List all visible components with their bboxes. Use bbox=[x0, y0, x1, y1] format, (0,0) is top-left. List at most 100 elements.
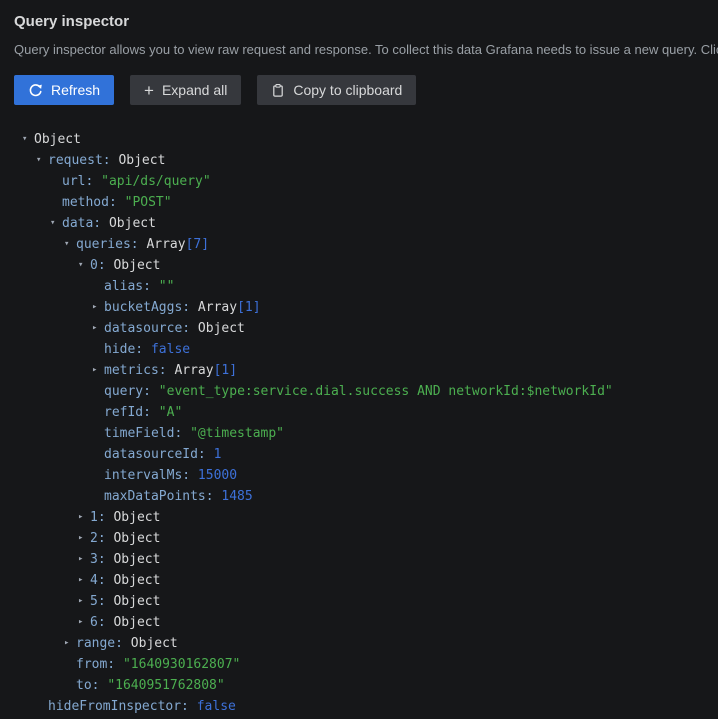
json-key: request: bbox=[48, 153, 119, 168]
refresh-button[interactable]: Refresh bbox=[14, 75, 115, 105]
json-value: Object bbox=[108, 216, 156, 231]
json-array-count: [7] bbox=[185, 237, 210, 252]
json-tree-row[interactable]: ▸ 3: Object bbox=[14, 549, 718, 570]
json-array-count: [1] bbox=[213, 363, 238, 378]
inspector-description: Query inspector allows you to view raw r… bbox=[14, 42, 718, 57]
json-key: maxDataPoints: bbox=[104, 489, 222, 504]
json-tree-row[interactable]: ▸ metrics: Array[1] bbox=[14, 360, 718, 381]
json-value: Array bbox=[146, 237, 186, 252]
json-value: Array bbox=[197, 300, 238, 315]
json-value: Object bbox=[113, 615, 161, 630]
json-tree-row: url: "api/ds/query" bbox=[14, 171, 718, 192]
json-tree-row: hide: false bbox=[14, 339, 718, 360]
json-key: intervalMs: bbox=[104, 468, 198, 483]
json-key: url: bbox=[62, 174, 102, 189]
expand-triangle-icon[interactable]: ▸ bbox=[78, 591, 90, 612]
json-tree-row[interactable]: ▸ 2: Object bbox=[14, 528, 718, 549]
json-value: Object bbox=[113, 510, 161, 525]
json-key: queries: bbox=[76, 237, 147, 252]
json-value: 15000 bbox=[197, 468, 238, 483]
clipboard-icon bbox=[271, 83, 285, 98]
json-key: 4: bbox=[90, 573, 114, 588]
json-value: "event_type:service.dial.success AND net… bbox=[158, 384, 613, 399]
json-tree-row: method: "POST" bbox=[14, 192, 718, 213]
expand-triangle-icon[interactable]: ▸ bbox=[92, 360, 104, 381]
json-tree-row: datasourceId: 1 bbox=[14, 444, 718, 465]
json-value: false bbox=[150, 342, 191, 357]
json-tree-row: timeField: "@timestamp" bbox=[14, 423, 718, 444]
json-key: hide: bbox=[104, 342, 151, 357]
json-tree-row[interactable]: ▸ bucketAggs: Array[1] bbox=[14, 297, 718, 318]
json-key: to: bbox=[76, 678, 108, 693]
json-tree-row: from: "1640930162807" bbox=[14, 654, 718, 675]
expand-triangle-icon[interactable]: ▸ bbox=[78, 570, 90, 591]
json-tree-row[interactable]: ▾ 0: Object bbox=[14, 255, 718, 276]
query-inspector-panel: Query inspector Query inspector allows y… bbox=[0, 0, 718, 717]
json-tree-row[interactable]: ▾ data: Object bbox=[14, 213, 718, 234]
json-tree-row: hideFromInspector: false bbox=[14, 696, 718, 717]
expand-triangle-icon[interactable]: ▸ bbox=[78, 612, 90, 633]
json-key: refId: bbox=[104, 405, 159, 420]
json-key: query: bbox=[104, 384, 159, 399]
json-value: "POST" bbox=[124, 195, 172, 210]
json-key: timeField: bbox=[104, 426, 191, 441]
expand-triangle-icon[interactable]: ▸ bbox=[78, 549, 90, 570]
json-tree-row: to: "1640951762808" bbox=[14, 675, 718, 696]
json-value: Object bbox=[197, 321, 245, 336]
json-key: 0: bbox=[90, 258, 114, 273]
json-value: Object bbox=[113, 594, 161, 609]
json-tree-row: maxDataPoints: 1485 bbox=[14, 486, 718, 507]
json-tree: ▾ Object ▾ request: Object url: "api/ds/quer… bbox=[14, 129, 718, 717]
refresh-button-label: Refresh bbox=[51, 82, 101, 98]
json-value: Object bbox=[113, 531, 161, 546]
json-value: Object bbox=[113, 573, 161, 588]
json-key: hideFromInspector: bbox=[48, 699, 197, 714]
json-value: "" bbox=[158, 279, 175, 294]
collapse-triangle-icon[interactable]: ▾ bbox=[36, 150, 48, 171]
json-tree-row[interactable]: ▾ Object bbox=[14, 129, 718, 150]
json-tree-row[interactable]: ▸ 5: Object bbox=[14, 591, 718, 612]
toolbar: Refresh + Expand all Copy to clipboard bbox=[14, 75, 718, 105]
json-value: Object bbox=[130, 636, 178, 651]
json-tree-row[interactable]: ▸ range: Object bbox=[14, 633, 718, 654]
page-title: Query inspector bbox=[14, 13, 130, 30]
json-value: Object bbox=[118, 153, 166, 168]
json-key: metrics: bbox=[104, 363, 175, 378]
expand-triangle-icon[interactable]: ▸ bbox=[92, 297, 104, 318]
json-value: 1 bbox=[213, 447, 222, 462]
json-tree-row[interactable]: ▸ 1: Object bbox=[14, 507, 718, 528]
expand-all-button[interactable]: + Expand all bbox=[130, 75, 242, 105]
expand-triangle-icon[interactable]: ▸ bbox=[92, 318, 104, 339]
expand-triangle-icon[interactable]: ▸ bbox=[78, 528, 90, 549]
json-value: Object bbox=[113, 552, 161, 567]
json-tree-row[interactable]: ▾ request: Object bbox=[14, 150, 718, 171]
json-key: bucketAggs: bbox=[104, 300, 198, 315]
json-tree-row[interactable]: ▾ queries: Array[7] bbox=[14, 234, 718, 255]
json-key: data: bbox=[62, 216, 109, 231]
expand-all-button-label: Expand all bbox=[161, 82, 228, 98]
json-value: "api/ds/query" bbox=[101, 174, 211, 189]
expand-triangle-icon[interactable]: ▸ bbox=[78, 507, 90, 528]
collapse-triangle-icon[interactable]: ▾ bbox=[64, 234, 76, 255]
json-key: from: bbox=[76, 657, 123, 672]
copy-to-clipboard-button-label: Copy to clipboard bbox=[293, 82, 403, 98]
refresh-icon bbox=[28, 83, 43, 98]
json-value: "@timestamp" bbox=[190, 426, 285, 441]
json-value: Object bbox=[34, 132, 81, 147]
json-key: alias: bbox=[104, 279, 159, 294]
json-tree-row: refId: "A" bbox=[14, 402, 718, 423]
json-key: datasource: bbox=[104, 321, 198, 336]
collapse-triangle-icon[interactable]: ▾ bbox=[78, 255, 90, 276]
expand-triangle-icon[interactable]: ▸ bbox=[64, 633, 76, 654]
json-value: 1485 bbox=[221, 489, 253, 504]
json-tree-row[interactable]: ▸ 4: Object bbox=[14, 570, 718, 591]
json-array-count: [1] bbox=[237, 300, 261, 315]
json-tree-row[interactable]: ▸ datasource: Object bbox=[14, 318, 718, 339]
collapse-triangle-icon[interactable]: ▾ bbox=[50, 213, 62, 234]
json-tree-row: alias: "" bbox=[14, 276, 718, 297]
collapse-triangle-icon[interactable]: ▾ bbox=[22, 129, 34, 150]
json-key: range: bbox=[76, 636, 131, 651]
json-tree-row[interactable]: ▸ 6: Object bbox=[14, 612, 718, 633]
copy-to-clipboard-button[interactable]: Copy to clipboard bbox=[257, 75, 417, 105]
plus-icon: + bbox=[144, 80, 154, 100]
